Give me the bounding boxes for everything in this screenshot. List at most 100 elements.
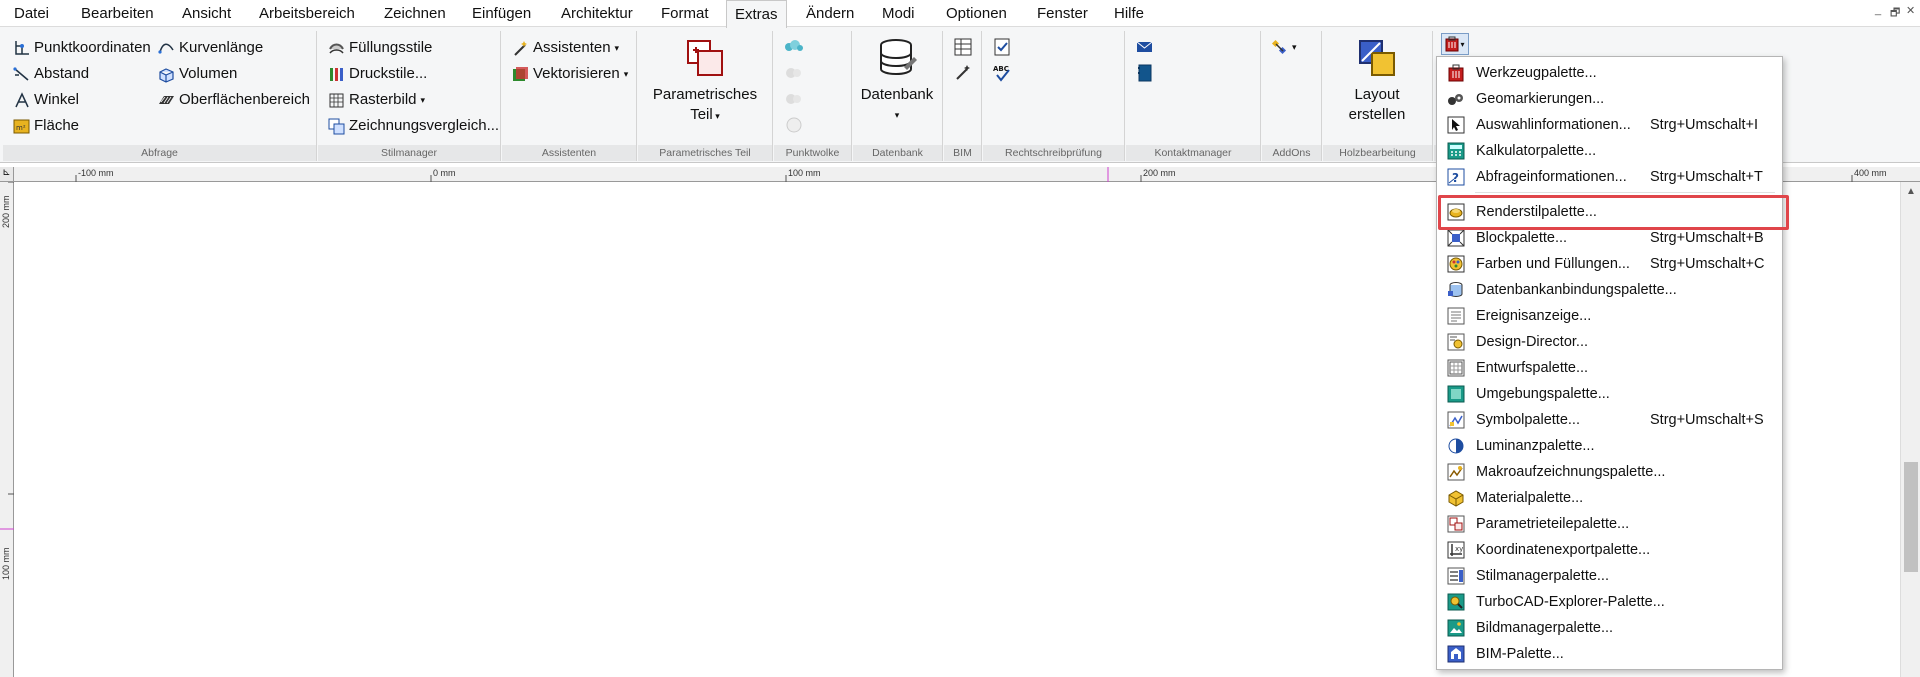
menu-item-ereignisanzeige[interactable]: Ereignisanzeige... bbox=[1438, 303, 1782, 329]
menu-item-werkzeugpalette[interactable]: Werkzeugpalette... bbox=[1438, 60, 1782, 86]
layout-erstellen-button[interactable]: Layout erstellen bbox=[1325, 37, 1429, 125]
palette-dropdown-button[interactable]: ▾ bbox=[1441, 33, 1469, 55]
flaeche-button[interactable]: m² Fläche bbox=[13, 114, 79, 138]
restore-icon[interactable]: 🗗 bbox=[1890, 4, 1900, 23]
menu-bar: Datei Bearbeiten Ansicht Arbeitsbereich … bbox=[0, 0, 1920, 28]
menu-format[interactable]: Format bbox=[653, 0, 717, 27]
minimize-icon[interactable]: _ bbox=[1875, 4, 1881, 16]
menu-item-farben-und-fuellungen[interactable]: Farben und Füllungen... Strg+Umschalt+C bbox=[1438, 251, 1782, 277]
bim-table-icon[interactable] bbox=[953, 37, 973, 57]
menu-hilfe[interactable]: Hilfe bbox=[1106, 0, 1152, 27]
group-label-datenbank: Datenbank bbox=[853, 145, 942, 161]
zeichnungsvergleich-button[interactable]: Zeichnungsvergleich... bbox=[328, 114, 499, 138]
kurvenlaenge-button[interactable]: Kurvenlänge bbox=[158, 36, 263, 60]
group-addons: ▾ AddOns bbox=[1262, 31, 1322, 161]
fuellungsstile-button[interactable]: Füllungsstile bbox=[328, 36, 432, 60]
menu-item-entwurfspalette[interactable]: Entwurfspalette... bbox=[1438, 355, 1782, 381]
winkel-button[interactable]: Winkel bbox=[13, 88, 79, 112]
scroll-up-icon[interactable]: ▲ bbox=[1901, 186, 1920, 197]
menu-bearbeiten[interactable]: Bearbeiten bbox=[73, 0, 162, 27]
palette-dropdown-menu: Werkzeugpalette... Geomarkierungen... Au… bbox=[1436, 56, 1783, 670]
menu-item-makroaufzeichnungspalette[interactable]: Makroaufzeichnungspalette... bbox=[1438, 459, 1782, 485]
menu-aendern[interactable]: Ändern bbox=[798, 0, 862, 27]
menu-optionen[interactable]: Optionen bbox=[938, 0, 1015, 27]
volumen-button[interactable]: Volumen bbox=[158, 62, 237, 86]
menu-arbeitsbereich[interactable]: Arbeitsbereich bbox=[251, 0, 363, 27]
menu-item-umgebungspalette[interactable]: Umgebungspalette... bbox=[1438, 381, 1782, 407]
menu-architektur[interactable]: Architektur bbox=[553, 0, 641, 27]
punktkoordinaten-button[interactable]: Punktkoordinaten bbox=[13, 36, 151, 60]
addons-button[interactable]: ▾ bbox=[1271, 35, 1297, 59]
coordinate-export-icon: xy bbox=[1447, 541, 1465, 559]
menu-datei[interactable]: Datei bbox=[6, 0, 57, 27]
menu-item-kalkulatorpalette[interactable]: Kalkulatorpalette... bbox=[1438, 138, 1782, 164]
chevron-down-icon: ▾ bbox=[623, 69, 629, 79]
spellcheck-document-icon[interactable] bbox=[992, 37, 1012, 57]
abstand-button[interactable]: Abstand bbox=[13, 62, 89, 86]
group-assistenten: Assistenten ▾ Vektorisieren ▾ Assistente… bbox=[502, 31, 637, 161]
vertical-scrollbar[interactable]: ▲ bbox=[1900, 182, 1920, 677]
luminance-icon bbox=[1448, 438, 1464, 454]
menu-extras[interactable]: Extras bbox=[726, 0, 787, 28]
group-label-bim: BIM bbox=[944, 145, 981, 161]
chevron-down-icon: ▾ bbox=[420, 95, 426, 105]
event-viewer-icon bbox=[1447, 307, 1465, 325]
ruler-corner[interactable]: ⊾ bbox=[0, 167, 14, 182]
scrollbar-thumb[interactable] bbox=[1904, 462, 1918, 572]
menu-item-turbocad-explorer-palette[interactable]: TurboCAD-Explorer-Palette... bbox=[1438, 589, 1782, 615]
group-abfrage: Punktkoordinaten Abstand Winkel m² Fläch… bbox=[3, 31, 317, 161]
druckstile-button[interactable]: Druckstile... bbox=[328, 62, 427, 86]
menu-fenster[interactable]: Fenster bbox=[1029, 0, 1096, 27]
menu-item-symbolpalette[interactable]: Symbolpalette... Strg+Umschalt+S bbox=[1438, 407, 1782, 433]
group-label-holzbearbeitung: Holzbearbeitung bbox=[1323, 145, 1432, 161]
group-label-assistenten: Assistenten bbox=[502, 145, 636, 161]
menu-item-parametrieteilepalette[interactable]: Parametrieteilepalette... bbox=[1438, 511, 1782, 537]
parametric-parts-icon bbox=[1447, 515, 1465, 533]
menu-einfuegen[interactable]: Einfügen bbox=[464, 0, 539, 27]
menu-modi[interactable]: Modi bbox=[874, 0, 923, 27]
chevron-down-icon: ▾ bbox=[894, 110, 900, 120]
menu-item-luminanzpalette[interactable]: Luminanzpalette... bbox=[1438, 433, 1782, 459]
ruler-label: 100 mm bbox=[1, 547, 11, 580]
point-cloud-icon[interactable] bbox=[783, 37, 805, 57]
parametrisches-teil-button[interactable]: Parametrisches Teil ▾ bbox=[646, 37, 764, 126]
point-cloud-disabled-icon bbox=[786, 117, 802, 133]
group-label-parametrisches-teil: Parametrisches Teil bbox=[638, 145, 772, 161]
bim-wand-icon[interactable] bbox=[953, 63, 973, 83]
oberflaechenbereich-button[interactable]: Oberflächenbereich bbox=[158, 88, 310, 112]
toolbox-icon bbox=[1445, 36, 1459, 52]
style-manager-icon bbox=[1447, 567, 1465, 585]
parametric-part-icon bbox=[687, 40, 723, 76]
menu-item-stilmanagerpalette[interactable]: Stilmanagerpalette... bbox=[1438, 563, 1782, 589]
chevron-down-icon: ▾ bbox=[1292, 42, 1297, 52]
menu-ansicht[interactable]: Ansicht bbox=[174, 0, 239, 27]
menu-item-auswahlinformationen[interactable]: Auswahlinformationen... Strg+Umschalt+I bbox=[1438, 112, 1782, 138]
menu-item-abfrageinformationen[interactable]: ? Abfrageinformationen... Strg+Umschalt+… bbox=[1438, 164, 1782, 190]
assistenten-button[interactable]: Assistenten ▾ bbox=[512, 36, 619, 60]
group-label-rechtschreibpruefung: Rechtschreibprüfung bbox=[983, 145, 1124, 161]
menu-item-materialpalette[interactable]: Materialpalette... bbox=[1438, 485, 1782, 511]
toolbox-icon bbox=[1448, 64, 1464, 82]
datenbank-button[interactable]: Datenbank ▾ bbox=[855, 37, 939, 125]
group-holzbearbeitung: Layout erstellen Holzbearbeitung bbox=[1323, 31, 1433, 161]
macro-record-icon bbox=[1447, 463, 1465, 481]
close-icon[interactable]: ✕ bbox=[1906, 4, 1915, 17]
menu-item-bim-palette[interactable]: BIM-Palette... bbox=[1438, 641, 1782, 667]
vektorisieren-button[interactable]: Vektorisieren ▾ bbox=[512, 62, 628, 86]
menu-item-datenbankanbindungspalette[interactable]: Datenbankanbindungspalette... bbox=[1438, 277, 1782, 303]
menu-item-geomarkierungen[interactable]: Geomarkierungen... bbox=[1438, 86, 1782, 112]
menu-item-design-director[interactable]: Design-Director... bbox=[1438, 329, 1782, 355]
email-icon[interactable] bbox=[1135, 37, 1155, 57]
menu-item-koordinatenexportpalette[interactable]: xy Koordinatenexportpalette... bbox=[1438, 537, 1782, 563]
address-book-icon[interactable] bbox=[1135, 63, 1155, 83]
menu-zeichnen[interactable]: Zeichnen bbox=[376, 0, 454, 27]
ruler-label: 200 mm bbox=[1, 195, 11, 228]
menu-item-bildmanagerpalette[interactable]: Bildmanagerpalette... bbox=[1438, 615, 1782, 641]
chevron-down-icon: ▾ bbox=[614, 43, 620, 53]
group-label-kontaktmanager: Kontaktmanager bbox=[1126, 145, 1260, 161]
block-icon bbox=[1447, 229, 1465, 247]
ruler-label: 0 mm bbox=[433, 168, 456, 178]
rasterbild-button[interactable]: Rasterbild ▾ bbox=[328, 88, 425, 112]
spellcheck-abc-icon[interactable]: ABC bbox=[992, 63, 1012, 83]
point-cloud-disabled-icon bbox=[786, 68, 801, 78]
